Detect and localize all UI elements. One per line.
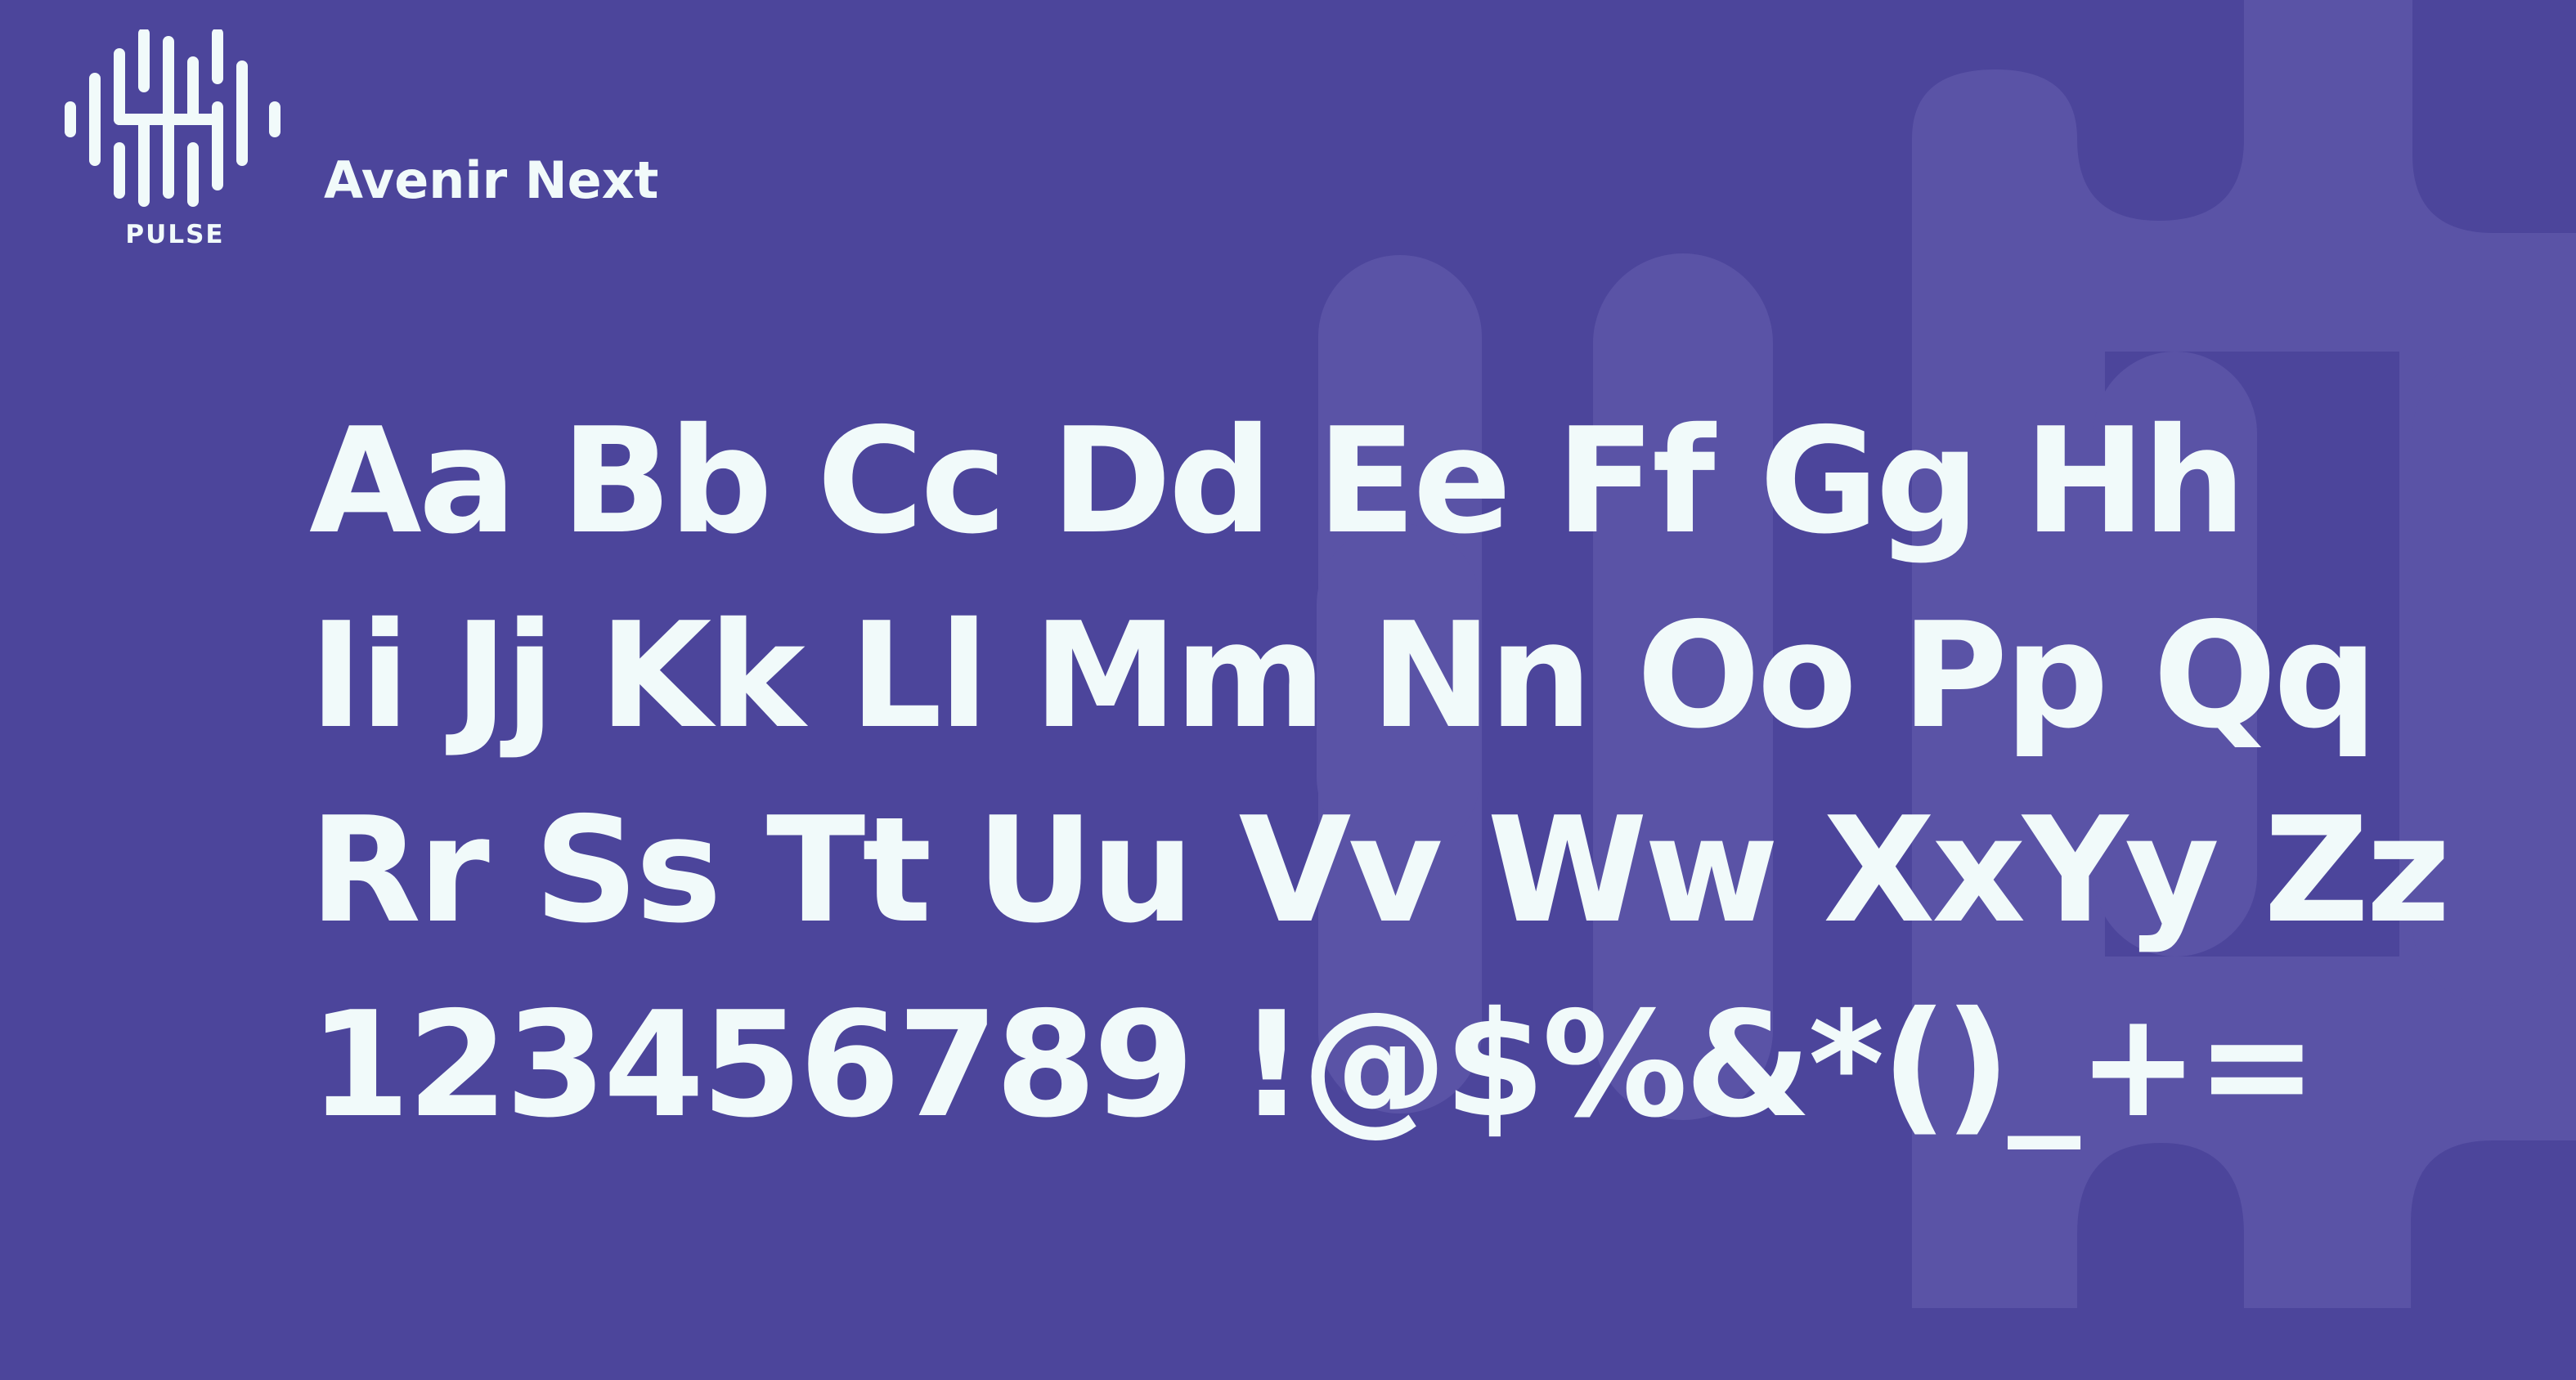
specimen-line-2: Ii Jj Kk Ll Mm Nn Oo Pp Qq bbox=[309, 591, 2378, 760]
brand-logo: PULSE bbox=[64, 29, 286, 255]
specimen-line-4: 123456789 !@$%&*()_+= bbox=[309, 980, 2318, 1149]
specimen-line-1: Aa Bb Cc Dd Ee Ff Gg Hh bbox=[309, 397, 2246, 566]
specimen-line-3: Rr Ss Tt Uu Vv Ww XxYy Zz bbox=[309, 786, 2451, 955]
brand-label: PULSE bbox=[125, 220, 225, 249]
font-name-title: Avenir Next bbox=[324, 150, 659, 210]
glyph-specimen: Aa Bb Cc Dd Ee Ff Gg Hh Ii Jj Kk Ll Mm N… bbox=[309, 384, 2542, 1163]
pulse-waveform-icon bbox=[65, 29, 280, 207]
